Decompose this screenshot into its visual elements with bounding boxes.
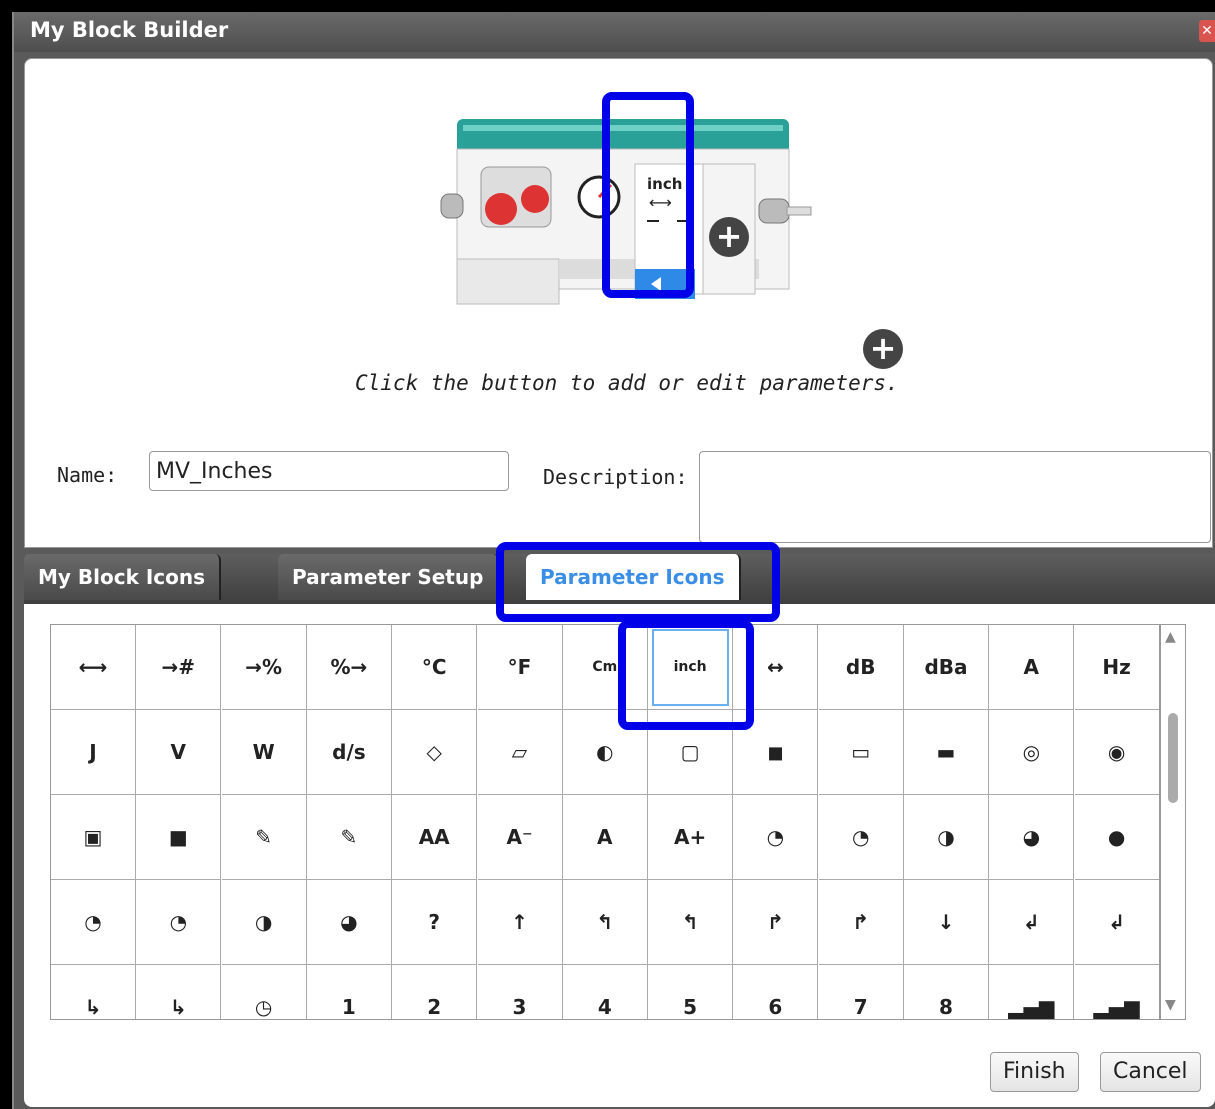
parameter-icon-cell[interactable]: ◎ <box>989 710 1075 795</box>
scroll-down-icon[interactable]: ▼ <box>1165 997 1176 1013</box>
parameter-icon-cell[interactable]: ⟷ <box>51 625 136 710</box>
parameter-icon-cell[interactable]: ✎ <box>221 795 307 880</box>
parameter-icon-cell[interactable]: ▣ <box>51 795 136 880</box>
parameter-icon-cell[interactable]: ◉ <box>1074 710 1159 795</box>
parameter-icon-cell[interactable]: 6 <box>733 965 819 1019</box>
parameter-icon-cell[interactable]: ◷ <box>222 965 307 1019</box>
parameter-icon-cell[interactable]: A <box>989 625 1075 710</box>
parameter-icon-cell[interactable]: ↰ <box>648 880 734 965</box>
parameter-icon-cell[interactable]: A⁻ <box>477 795 563 880</box>
parameter-icon-cell[interactable]: ◔ <box>136 880 222 965</box>
parameter-icon-cell[interactable]: A+ <box>648 795 734 880</box>
parameter-icon-cell[interactable]: ✎ <box>306 795 392 880</box>
parameter-icon-cell[interactable]: ◕ <box>306 880 392 965</box>
icon-grid: ⟷ →# →% %→ °C °F Cm inch ↔ dB dBa A Hz J V Wd/s ◇ ▱ ◐ ▢ ◼ ▭ ▬ ◎… <box>50 624 1160 1020</box>
parameter-icon-cell[interactable]: 1 <box>307 965 392 1019</box>
parameter-icon-cell[interactable]: ▂▄▆ <box>1075 965 1159 1019</box>
parameter-icon-cell[interactable]: ? <box>392 880 478 965</box>
parameter-icon-cell[interactable]: ◔ <box>51 880 136 965</box>
highlight-block-param <box>602 92 694 298</box>
parameter-icon-cell[interactable]: →# <box>136 625 222 710</box>
parameter-icon-cell[interactable]: V <box>136 710 222 795</box>
parameter-icon-cell[interactable]: ▱ <box>477 710 563 795</box>
parameter-icon-cell[interactable]: ↳ <box>51 965 136 1019</box>
parameter-icon-cell[interactable]: ↓ <box>904 880 989 965</box>
description-field[interactable] <box>699 451 1211 543</box>
parameter-icon-cell[interactable]: dB <box>818 625 904 710</box>
parameter-icon-cell[interactable]: 4 <box>563 965 648 1019</box>
parameter-icon-cell[interactable]: °F <box>477 625 563 710</box>
parameter-icon-cell[interactable]: 3 <box>478 965 563 1019</box>
cancel-button[interactable]: Cancel <box>1100 1052 1201 1092</box>
description-label: Description: <box>543 465 688 489</box>
parameter-icon-cell[interactable]: ▭ <box>818 710 904 795</box>
parameter-icon-cell[interactable]: ▬ <box>904 710 989 795</box>
my-block-builder-dialog: My Block Builder ✕ inch ⟷ + Click the bu… <box>12 12 1215 1109</box>
finish-button[interactable]: Finish <box>990 1052 1079 1092</box>
parameter-icon-cell[interactable]: ↱ <box>733 880 819 965</box>
title-bar[interactable]: My Block Builder ✕ <box>14 12 1215 52</box>
parameter-icon-cell[interactable]: AA <box>392 795 478 880</box>
parameter-icon-cell[interactable]: ■ <box>136 795 222 880</box>
parameter-icon-cell[interactable]: W <box>221 710 307 795</box>
parameter-icon-cell[interactable]: ◕ <box>989 795 1075 880</box>
parameter-icon-cell[interactable]: ↲ <box>989 880 1075 965</box>
parameter-icon-cell[interactable]: ◑ <box>904 795 989 880</box>
parameter-icon-cell[interactable]: ↱ <box>818 880 904 965</box>
scroll-thumb[interactable] <box>1168 713 1178 803</box>
highlight-param-icons-tab <box>496 542 780 622</box>
parameter-icon-cell[interactable]: d/s <box>306 710 392 795</box>
parameter-icon-cell[interactable]: 8 <box>904 965 989 1019</box>
parameter-icon-cell[interactable]: ↲ <box>1074 880 1159 965</box>
dialog-title: My Block Builder <box>30 18 229 42</box>
parameter-icon-cell[interactable]: ↰ <box>562 880 648 965</box>
parameter-icon-cell[interactable]: 5 <box>648 965 734 1019</box>
close-icon[interactable]: ✕ <box>1199 20 1215 42</box>
parameter-icon-cell[interactable]: ↳ <box>136 965 222 1019</box>
highlight-inch-icon <box>618 620 754 730</box>
parameter-icon-cell[interactable]: Hz <box>1074 625 1159 710</box>
parameter-icon-cell[interactable]: ▂▄▆ <box>989 965 1075 1019</box>
vertical-scrollbar[interactable]: ▲ ▼ <box>1160 624 1186 1020</box>
name-field[interactable] <box>149 451 509 491</box>
parameter-icon-cell[interactable]: ◑ <box>221 880 307 965</box>
parameter-icon-cell[interactable]: ◔ <box>818 795 904 880</box>
name-label: Name: <box>57 463 118 487</box>
parameter-icon-cell[interactable]: ◇ <box>392 710 478 795</box>
scroll-up-icon[interactable]: ▲ <box>1165 629 1176 645</box>
add-parameter-block-button[interactable]: + <box>709 217 749 257</box>
parameter-icon-cell[interactable]: %→ <box>306 625 392 710</box>
hint-text: Click the button to add or edit paramete… <box>355 371 899 395</box>
parameter-icon-cell[interactable]: J <box>51 710 136 795</box>
parameter-icon-cell[interactable]: ↑ <box>477 880 563 965</box>
parameter-icon-cell[interactable]: ● <box>1074 795 1159 880</box>
parameter-icon-cell[interactable]: ◔ <box>733 795 819 880</box>
tab-my-block-icons[interactable]: My Block Icons <box>24 554 222 600</box>
tab-parameter-setup[interactable]: Parameter Setup <box>278 554 500 600</box>
parameter-icon-cell[interactable]: A <box>562 795 648 880</box>
add-parameter-button[interactable]: + <box>863 329 903 369</box>
parameter-icon-cell[interactable]: 2 <box>392 965 478 1019</box>
parameter-icon-cell[interactable]: →% <box>221 625 307 710</box>
parameter-icon-cell[interactable]: dBa <box>904 625 989 710</box>
parameter-icon-cell[interactable]: 7 <box>819 965 904 1019</box>
parameter-icon-cell[interactable]: °C <box>392 625 478 710</box>
